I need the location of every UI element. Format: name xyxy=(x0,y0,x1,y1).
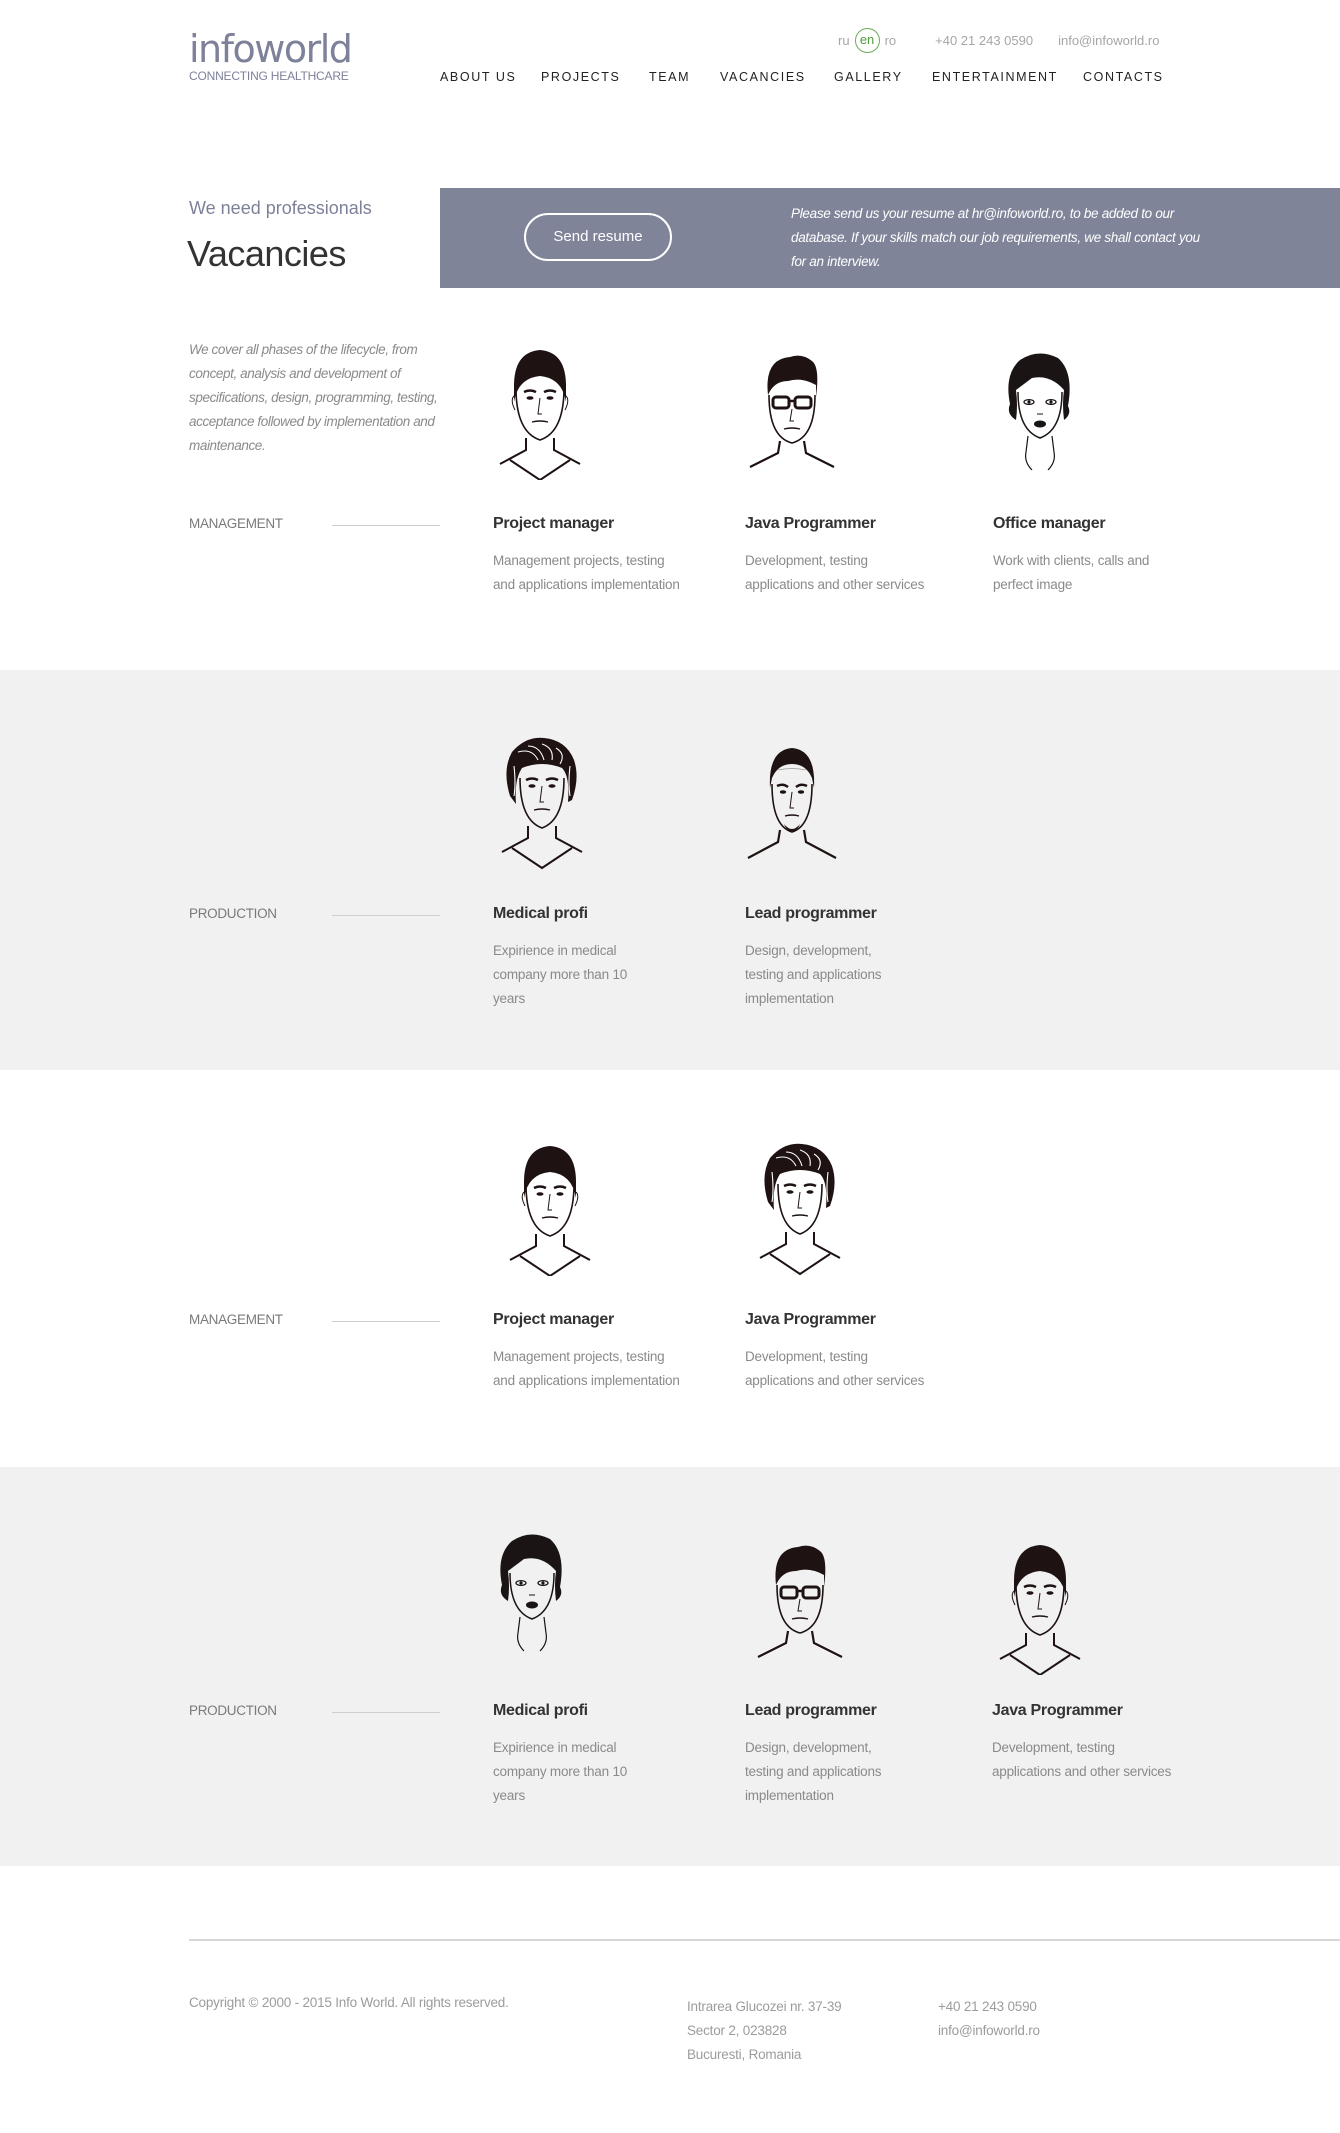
job-description: Expirience in medical company more than … xyxy=(493,943,628,1006)
portrait-man-short-hair-icon xyxy=(498,348,582,480)
category-label: MANAGEMENT xyxy=(189,516,283,531)
job-description: Expirience in medical company more than … xyxy=(493,1740,628,1803)
nav-vacancies[interactable]: VACANCIES xyxy=(720,70,834,84)
category-label: PRODUCTION xyxy=(189,1703,277,1718)
vacancy-section-production-1: PRODUCTION Medical profi Expirience in m… xyxy=(0,670,1340,1070)
category-label: MANAGEMENT xyxy=(189,1312,283,1327)
page-subtitle: We need professionals xyxy=(189,198,372,218)
nav-team[interactable]: TEAM xyxy=(649,70,720,84)
lang-en[interactable]: en xyxy=(854,28,880,53)
footer-phone[interactable]: +40 21 243 0590 xyxy=(938,1995,1040,2019)
header-phone[interactable]: +40 21 243 0590 xyxy=(935,33,1033,48)
portrait-woman-short-hair-icon xyxy=(499,1533,563,1652)
job-description: Management projects, testing and applica… xyxy=(493,1349,680,1388)
category-divider xyxy=(332,1321,440,1322)
nav-gallery[interactable]: GALLERY xyxy=(834,70,932,84)
logo-wordmark: infoworld xyxy=(189,27,353,71)
topbar: ru en ro +40 21 243 0590 info@infoworld.… xyxy=(838,28,1159,53)
category-divider xyxy=(332,1712,440,1713)
page-title: Vacancies xyxy=(187,233,346,274)
job-title[interactable]: Java Programmer xyxy=(992,1702,1123,1720)
portrait-man-glasses-icon xyxy=(756,1544,844,1659)
job-title[interactable]: Lead programmer xyxy=(745,1702,877,1720)
job-description: Management projects, testing and applica… xyxy=(493,553,680,592)
portrait-woman-short-hair-icon xyxy=(1007,352,1071,471)
job-title[interactable]: Office manager xyxy=(993,515,1106,533)
lang-ru[interactable]: ru xyxy=(838,33,850,48)
footer-divider xyxy=(189,1939,1340,1941)
main-nav: ABOUT US PROJECTS TEAM VACANCIES GALLERY… xyxy=(440,70,1164,84)
portrait-man-glasses-icon xyxy=(748,354,836,469)
vacancy-section-management-1: MANAGEMENT Project manager Management pr… xyxy=(0,300,1340,670)
job-title[interactable]: Project manager xyxy=(493,515,614,533)
category-divider xyxy=(332,915,440,916)
job-title[interactable]: Lead programmer xyxy=(745,905,877,923)
logo-tagline: CONNECTING HEALTHCARE xyxy=(189,69,349,83)
logo[interactable]: infoworld CONNECTING HEALTHCARE xyxy=(189,27,353,83)
portrait-man-long-hair-icon xyxy=(758,1142,842,1276)
portrait-man-short-hair-icon xyxy=(998,1543,1082,1675)
job-title[interactable]: Project manager xyxy=(493,1311,614,1329)
portrait-man-long-hair-icon xyxy=(500,736,584,870)
job-title[interactable]: Java Programmer xyxy=(745,515,876,533)
job-title[interactable]: Medical profi xyxy=(493,905,588,923)
job-description: Design, development, testing and applica… xyxy=(745,943,882,1006)
address-line: Intrarea Glucozei nr. 37-39 xyxy=(687,1999,842,2014)
job-title[interactable]: Java Programmer xyxy=(745,1311,876,1329)
footer-address: Intrarea Glucozei nr. 37-39 Sector 2, 02… xyxy=(687,1995,842,2067)
portrait-man-short-hair-icon xyxy=(508,1144,592,1276)
footer-contacts: +40 21 243 0590 info@infoworld.ro xyxy=(938,1995,1040,2043)
category-divider xyxy=(332,525,440,526)
job-description: Design, development, testing and applica… xyxy=(745,1740,882,1803)
nav-projects[interactable]: PROJECTS xyxy=(541,70,649,84)
job-description: Development, testing applications and ot… xyxy=(745,1349,925,1388)
nav-contacts[interactable]: CONTACTS xyxy=(1083,70,1164,84)
address-line: Bucuresti, Romania xyxy=(687,2047,802,2062)
portrait-man-goatee-icon xyxy=(746,746,838,860)
resume-banner: Send resume Please send us your resume a… xyxy=(440,188,1340,288)
vacancy-section-production-2: PRODUCTION Medical profi Expirience in m… xyxy=(0,1467,1340,1866)
header-email[interactable]: info@infoworld.ro xyxy=(1058,33,1159,48)
resume-instructions: Please send us your resume at hr@infowor… xyxy=(791,206,1200,269)
job-description: Development, testing applications and ot… xyxy=(992,1740,1172,1779)
lang-ro[interactable]: ro xyxy=(885,33,897,48)
nav-about-us[interactable]: ABOUT US xyxy=(440,70,541,84)
language-switcher: ru en ro xyxy=(838,28,896,53)
vacancy-section-management-2: MANAGEMENT Project manager Management pr… xyxy=(0,1070,1340,1467)
footer-email[interactable]: info@infoworld.ro xyxy=(938,2019,1040,2043)
job-title[interactable]: Medical profi xyxy=(493,1702,588,1720)
address-line: Sector 2, 023828 xyxy=(687,2023,787,2038)
send-resume-button[interactable]: Send resume xyxy=(524,213,672,261)
job-description: Development, testing applications and ot… xyxy=(745,553,925,592)
footer-copyright: Copyright © 2000 - 2015 Info World. All … xyxy=(189,1995,509,2010)
nav-entertainment[interactable]: ENTERTAINMENT xyxy=(932,70,1083,84)
category-label: PRODUCTION xyxy=(189,906,277,921)
job-description: Work with clients, calls and perfect ima… xyxy=(993,553,1150,592)
